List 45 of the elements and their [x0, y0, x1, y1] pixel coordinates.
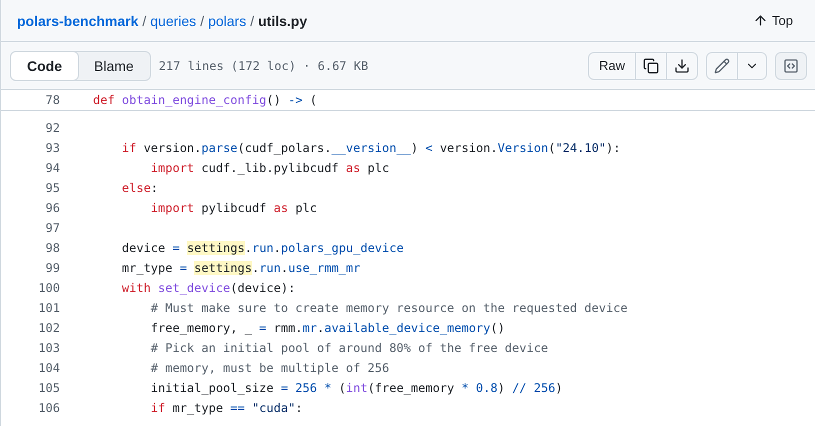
view-tab[interactable]: Code — [10, 50, 79, 80]
line-number: 103 — [37, 341, 60, 355]
line-number: 93 — [44, 141, 60, 155]
code-line: if version.parse(cudf_polars.__version__) < version.Version("24.10"): — [120, 141, 620, 155]
path-separator: / — [250, 12, 254, 28]
breadcrumb-link[interactable]: polars-benchmark — [17, 12, 138, 28]
code-line: if mr_type == "cuda": — [150, 401, 303, 415]
code-line: import pylibcudf as plc — [150, 201, 317, 215]
code-square-icon — [783, 58, 799, 74]
file-info: 217 lines (172 loc) · 6.67 KB — [158, 58, 370, 72]
line-number: 104 — [37, 361, 60, 375]
breadcrumb-link[interactable]: queries — [150, 12, 196, 28]
line-number: 101 — [37, 301, 60, 315]
code-line: # memory, must be multiple of 256 — [150, 361, 390, 375]
view-tab[interactable]: Blame — [78, 52, 150, 80]
code-line: # Must make sure to create memory resource on the requested device — [150, 301, 628, 315]
line-number: 102 — [37, 321, 60, 335]
pencil-icon — [714, 58, 730, 74]
code-line: def obtain_engine_config() -> ( — [93, 93, 317, 107]
line-number: 97 — [44, 221, 60, 235]
download-icon — [674, 58, 690, 74]
file-name[interactable]: utils.py — [258, 12, 308, 28]
copy-icon — [643, 58, 659, 74]
line-number: 105 — [37, 381, 60, 395]
path-separator: / — [200, 12, 204, 28]
line-number: 96 — [44, 201, 60, 215]
code-line: with set_device(device): — [120, 281, 296, 295]
code-line: import cudf._lib.pylibcudf as plc — [150, 161, 390, 175]
top-button[interactable]: Top — [747, 9, 799, 32]
line-number: 106 — [37, 401, 60, 415]
line-number: 92 — [44, 121, 60, 135]
line-number: 99 — [44, 261, 60, 275]
code-line: # Pick an initial pool of around 80% of the free device — [150, 341, 548, 355]
line-number: 94 — [44, 161, 60, 175]
code-line: else: — [120, 181, 158, 195]
breadcrumb-link[interactable]: polars — [208, 12, 246, 28]
code-line: free_memory, _ = rmm.mr.available_device_memory() — [150, 321, 505, 335]
code-line: device = settings.run.polars_gpu_device — [120, 241, 404, 255]
line-number: 95 — [44, 181, 60, 195]
path-separator: / — [142, 12, 146, 28]
line-number: 78 — [44, 93, 60, 107]
code-line: mr_type = settings.run.use_rmm_mr — [120, 261, 360, 275]
line-number: 98 — [44, 241, 60, 255]
code-line: initial_pool_size = 256 * (int(free_memory * 0.8) // 256) — [150, 381, 563, 395]
line-number: 100 — [37, 281, 60, 295]
